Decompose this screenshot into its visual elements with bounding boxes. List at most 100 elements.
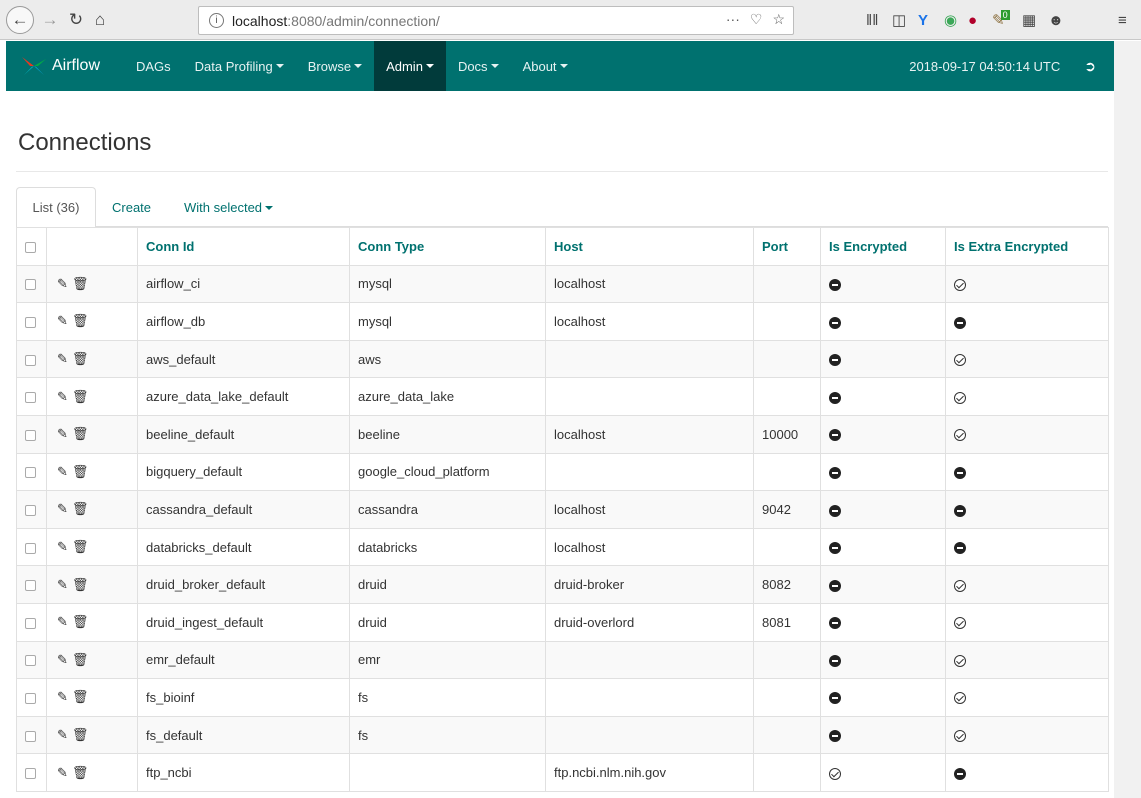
page-actions-icon[interactable]: ···: [726, 11, 740, 28]
bookmark-star-icon[interactable]: ☆: [772, 11, 785, 28]
pencil-icon[interactable]: ✎: [57, 313, 68, 329]
row-actions: ✎ 🗑: [46, 490, 138, 529]
extension-green-icon[interactable]: ◉: [944, 8, 957, 32]
forward-icon[interactable]: →: [36, 6, 64, 34]
row-actions: ✎ 🗑: [46, 565, 138, 604]
column-header-is-encrypted[interactable]: Is Encrypted: [820, 227, 946, 266]
row-checkbox[interactable]: [25, 505, 36, 517]
minus-circle-icon: [829, 542, 841, 555]
select-all-checkbox[interactable]: [25, 241, 36, 253]
row-checkbox[interactable]: [25, 354, 36, 366]
table-row: ✎ 🗑 aws_default aws: [16, 339, 1109, 379]
row-actions: ✎ 🗑: [46, 753, 138, 792]
pencil-icon[interactable]: ✎: [57, 351, 68, 367]
pocket-icon[interactable]: ♡: [750, 11, 763, 28]
info-icon[interactable]: i: [209, 13, 224, 28]
caret-down-icon: [265, 205, 274, 210]
table-row: ✎ 🗑 airflow_ci mysql localhost: [16, 264, 1109, 304]
nav-dags[interactable]: DAGs: [124, 41, 183, 91]
pencil-icon[interactable]: ✎: [57, 539, 68, 555]
nav-docs[interactable]: Docs: [446, 41, 511, 91]
airflow-brand[interactable]: Airflow: [6, 41, 124, 91]
row-checkbox[interactable]: [25, 429, 36, 441]
sidebar-icon[interactable]: ◫: [892, 8, 906, 32]
ublock-icon[interactable]: ●: [968, 8, 977, 32]
row-checkbox[interactable]: [25, 542, 36, 554]
row-checkbox[interactable]: [25, 768, 36, 780]
is-encrypted-cell: [820, 414, 946, 454]
menu-icon[interactable]: ≡: [1118, 8, 1127, 32]
pencil-icon[interactable]: ✎: [57, 614, 68, 630]
is-encrypted-cell: [820, 339, 946, 379]
column-header-conn-type[interactable]: Conn Type: [349, 227, 546, 266]
row-checkbox[interactable]: [25, 317, 36, 329]
pencil-icon[interactable]: ✎: [57, 577, 68, 593]
row-checkbox[interactable]: [25, 392, 36, 404]
nav-browse-label: Browse: [307, 58, 352, 74]
library-icon[interactable]: ‖‖: [866, 8, 878, 32]
pencil-icon[interactable]: ✎: [57, 464, 68, 480]
pencil-icon[interactable]: ✎: [57, 276, 68, 292]
trash-icon[interactable]: 🗑: [72, 313, 89, 329]
row-checkbox[interactable]: [25, 617, 36, 629]
address-bar[interactable]: i localhost:8080/admin/connection/ ··· ♡…: [198, 6, 794, 35]
trash-icon[interactable]: 🗑: [72, 501, 89, 517]
trash-icon[interactable]: 🗑: [72, 276, 89, 292]
trash-icon[interactable]: 🗑: [72, 464, 89, 480]
column-header-port[interactable]: Port: [753, 227, 821, 266]
conn-id-cell: aws_default: [137, 339, 350, 379]
connections-table: Conn Id Conn Type Host Port Is Encrypted…: [16, 227, 1109, 792]
trash-icon[interactable]: 🗑: [72, 652, 89, 668]
row-checkbox[interactable]: [25, 467, 36, 479]
row-checkbox[interactable]: [25, 655, 36, 667]
tab-list[interactable]: List (36): [16, 187, 96, 228]
nav-admin[interactable]: Admin: [374, 41, 446, 91]
extension-y-icon[interactable]: Y: [918, 8, 928, 32]
row-select-cell: [16, 715, 47, 755]
pencil-icon[interactable]: ✎: [57, 727, 68, 743]
trash-icon[interactable]: 🗑: [72, 539, 89, 555]
pencil-icon[interactable]: ✎: [57, 765, 68, 781]
trash-icon[interactable]: 🗑: [72, 727, 89, 743]
nav-data-profiling[interactable]: Data Profiling: [183, 41, 296, 91]
trash-icon[interactable]: 🗑: [72, 689, 89, 705]
column-header-conn-id[interactable]: Conn Id: [137, 227, 350, 266]
row-select-cell: [16, 339, 47, 379]
trash-icon[interactable]: 🗑: [72, 765, 89, 781]
row-checkbox[interactable]: [25, 692, 36, 704]
with-selected-dropdown[interactable]: With selected: [184, 187, 274, 228]
row-actions: ✎ 🗑: [46, 715, 138, 755]
trash-icon[interactable]: 🗑: [72, 389, 89, 405]
grid-icon[interactable]: ▦: [1022, 8, 1036, 32]
trash-icon[interactable]: 🗑: [72, 614, 89, 630]
pencil-icon[interactable]: ✎: [57, 652, 68, 668]
is-encrypted-cell: [820, 753, 946, 792]
column-header-host[interactable]: Host: [545, 227, 754, 266]
trash-icon[interactable]: 🗑: [72, 351, 89, 367]
port-cell: [753, 339, 821, 379]
trash-icon[interactable]: 🗑: [72, 426, 89, 442]
pencil-icon[interactable]: ✎: [57, 426, 68, 442]
pencil-icon[interactable]: ✎: [57, 501, 68, 517]
row-checkbox[interactable]: [25, 730, 36, 742]
column-header-is-extra-encrypted[interactable]: Is Extra Encrypted: [945, 227, 1109, 266]
home-icon[interactable]: ⌂: [86, 6, 114, 34]
pencil-icon[interactable]: ✎: [57, 389, 68, 405]
page-scrollbar[interactable]: [1114, 41, 1141, 798]
nav-browse[interactable]: Browse: [296, 41, 374, 91]
conn-id-cell: fs_default: [137, 715, 350, 755]
conn-id-cell: emr_default: [137, 640, 350, 680]
extension-badge-icon[interactable]: ✎ 0: [992, 8, 1010, 32]
profile-icon[interactable]: ☻: [1048, 8, 1064, 32]
row-checkbox[interactable]: [25, 279, 36, 291]
row-checkbox[interactable]: [25, 580, 36, 592]
is-extra-encrypted-cell: [945, 264, 1109, 304]
tab-create[interactable]: Create: [112, 187, 151, 228]
back-icon[interactable]: ←: [6, 6, 34, 34]
trash-icon[interactable]: 🗑: [72, 577, 89, 593]
port-cell: [753, 640, 821, 680]
logout-icon[interactable]: ➲: [1084, 58, 1096, 75]
row-actions: ✎ 🗑: [46, 302, 138, 341]
nav-about[interactable]: About: [511, 41, 580, 91]
pencil-icon[interactable]: ✎: [57, 689, 68, 705]
